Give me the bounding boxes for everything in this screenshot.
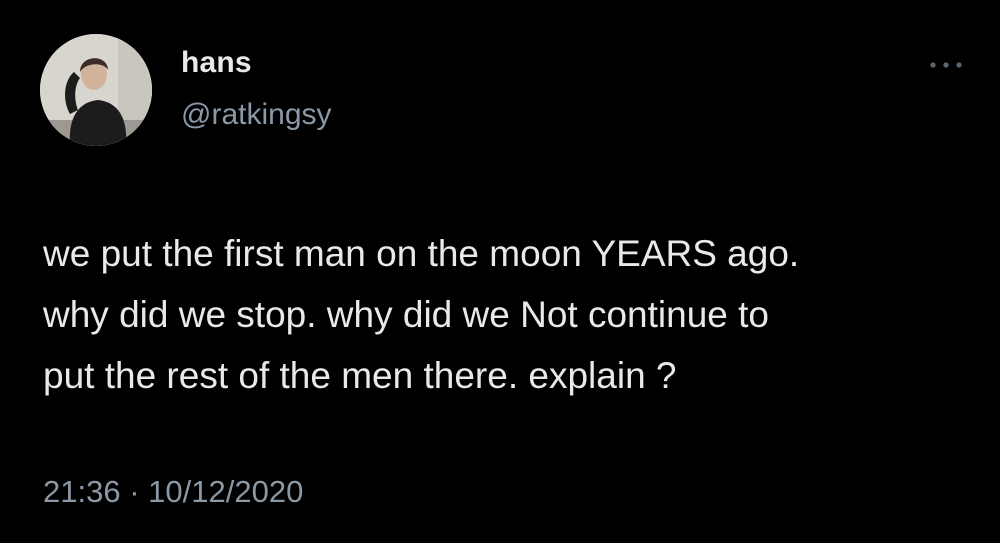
tweet-timestamp[interactable]: 21:36 · 10/12/2020	[43, 474, 303, 510]
avatar[interactable]	[40, 34, 152, 146]
display-name[interactable]: hans	[181, 46, 252, 80]
tweet-date: 10/12/2020	[148, 474, 304, 509]
avatar-photo	[40, 34, 152, 146]
more-options-button[interactable]	[926, 50, 966, 80]
tweet-text: we put the first man on the moon YEARS a…	[43, 233, 800, 396]
tweet-time: 21:36	[43, 474, 121, 509]
user-handle[interactable]: @ratkingsy	[181, 98, 332, 132]
more-horizontal-icon	[930, 62, 962, 68]
timestamp-separator: ·	[129, 474, 140, 509]
tweet-card: hans @ratkingsy we put the first man on …	[0, 0, 1000, 543]
